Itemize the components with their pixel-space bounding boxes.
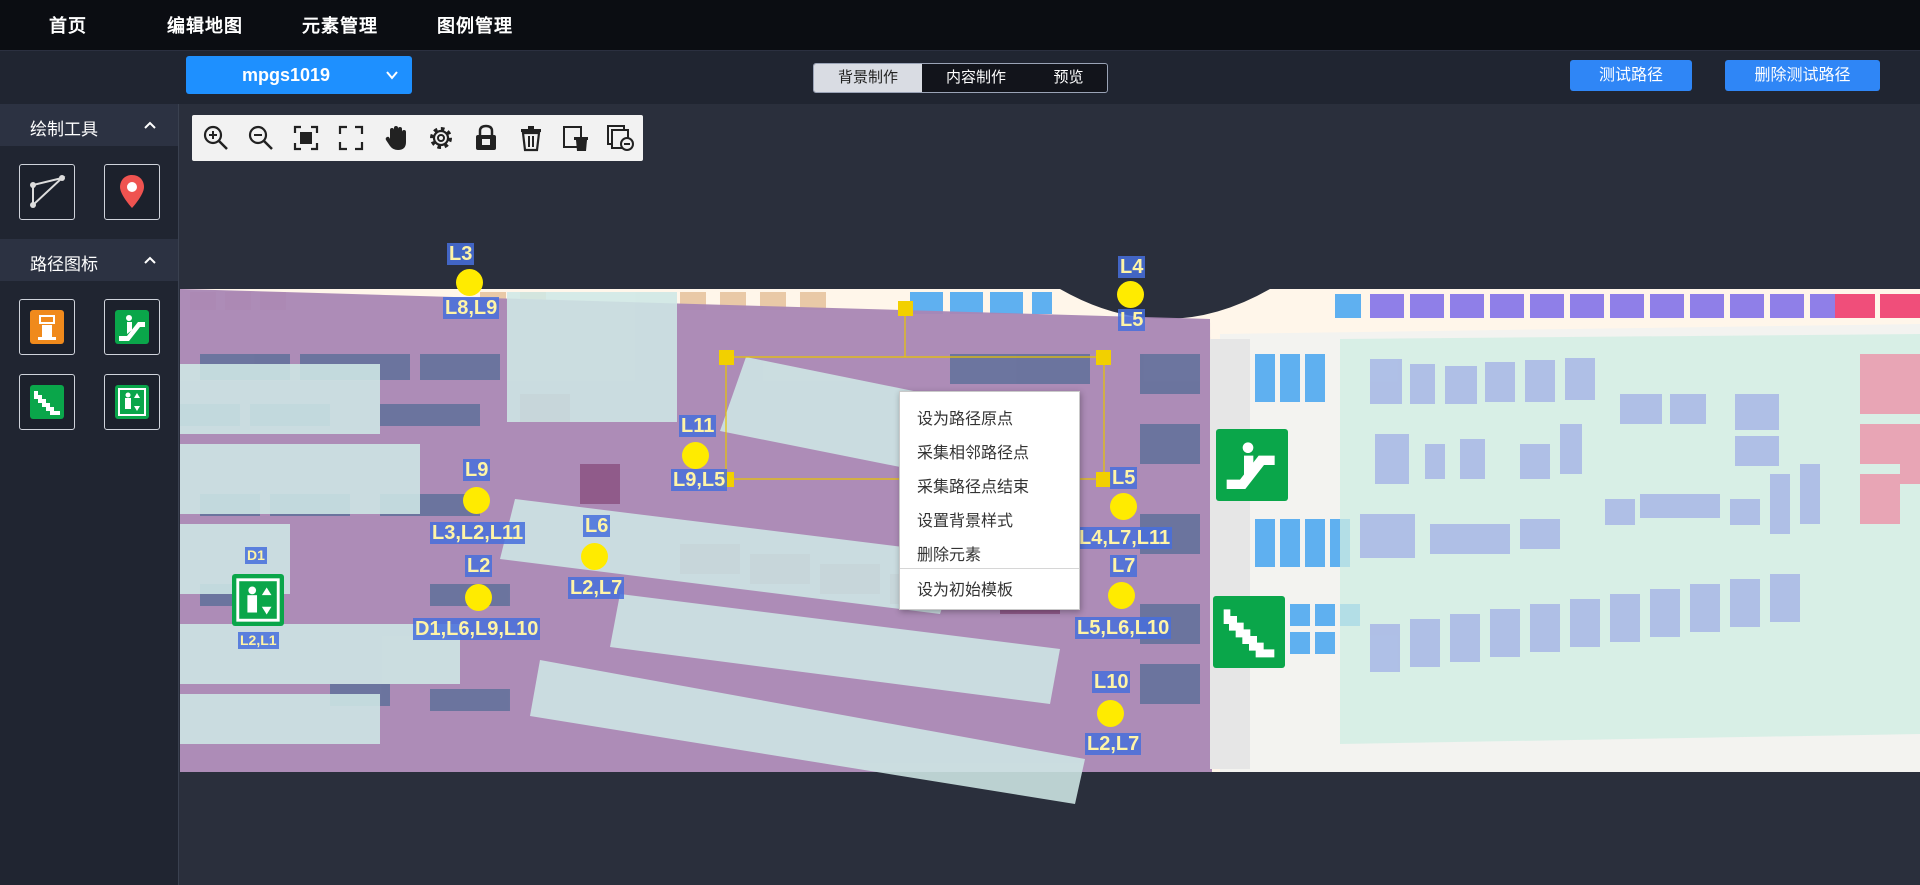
escalator-icon <box>1226 442 1275 489</box>
path-point-name: L4 <box>1118 256 1146 278</box>
path-point-neighbors: L2,L7 <box>568 577 625 599</box>
path-point-neighbors: L5,L6,L10 <box>1075 617 1172 639</box>
nav-home[interactable]: 首页 <box>49 12 87 38</box>
context-menu: 设为路径原点 采集相邻路径点 采集路径点结束 设置背景样式 删除元素 设为初始模… <box>899 391 1080 610</box>
route-icons-header[interactable]: 路径图标 <box>0 239 178 281</box>
path-point-name: L10 <box>1092 671 1131 693</box>
selection-handle[interactable] <box>719 350 734 365</box>
tab-preview[interactable]: 预览 <box>1030 64 1107 92</box>
draw-tools-title: 绘制工具 <box>30 120 98 139</box>
path-point[interactable] <box>1097 700 1124 727</box>
clear-icon[interactable] <box>561 123 591 153</box>
path-point-neighbors: D1,L6,L9,L10 <box>413 618 541 640</box>
path-point-name: L9 <box>463 459 491 481</box>
lock-icon[interactable] <box>471 123 501 153</box>
elevator-icon <box>115 385 149 419</box>
pan-hand-icon[interactable] <box>381 123 411 153</box>
map-stairs-sign[interactable] <box>1213 596 1285 668</box>
menu-item-end-collection[interactable]: 采集路径点结束 <box>917 473 1029 497</box>
path-point-name: L2 <box>465 555 493 577</box>
top-navigation: 首页 编辑地图 元素管理 图例管理 <box>0 0 1920 51</box>
route-icons-title: 路径图标 <box>30 255 98 274</box>
map-selector-value: mpgs1019 <box>241 65 331 85</box>
menu-item-collect-adjacent-points[interactable]: 采集相邻路径点 <box>917 439 1029 463</box>
path-point[interactable] <box>463 487 490 514</box>
elevator-icon <box>236 578 280 622</box>
path-point-name: L7 <box>1110 555 1138 577</box>
path-point-neighbors: L2,L7 <box>1085 733 1142 755</box>
map-selector[interactable]: mpgs1019 <box>186 56 412 94</box>
path-point-name: L6 <box>583 515 611 537</box>
path-point-neighbors: L4,L7,L11 <box>1077 527 1173 549</box>
path-point[interactable] <box>465 584 492 611</box>
fullscreen-icon[interactable] <box>336 123 366 153</box>
path-point-neighbors: L3,L2,L11 <box>430 522 526 544</box>
location-pin-tool-button[interactable] <box>104 164 160 220</box>
menu-item-set-route-origin[interactable]: 设为路径原点 <box>917 405 1013 429</box>
path-point-name: D1 <box>245 547 267 564</box>
path-point-neighbors: L9,L5 <box>671 469 728 491</box>
tab-content[interactable]: 内容制作 <box>922 64 1030 92</box>
chevron-up-icon <box>144 256 156 264</box>
ticket-machine-tool-button[interactable] <box>19 299 75 355</box>
escalator-icon <box>115 310 149 344</box>
menu-item-delete-element[interactable]: 删除元素 <box>917 541 981 565</box>
settings-icon[interactable] <box>426 123 456 153</box>
path-point[interactable] <box>1117 281 1144 308</box>
mode-switcher: 背景制作 内容制作 预览 <box>813 63 1108 93</box>
map-escalator-sign[interactable] <box>1216 429 1288 501</box>
fit-screen-icon[interactable] <box>291 123 321 153</box>
elevator-tool-button[interactable] <box>104 374 160 430</box>
ticket-machine-icon <box>30 310 64 344</box>
delete-test-route-button[interactable]: 删除测试路径 <box>1725 60 1880 91</box>
selection-handle[interactable] <box>898 301 913 316</box>
path-point[interactable] <box>682 442 709 469</box>
path-point-name: L11 <box>679 415 717 437</box>
test-route-button[interactable]: 测试路径 <box>1570 60 1692 91</box>
menu-item-set-initial-template[interactable]: 设为初始模板 <box>917 576 1013 600</box>
polygon-tool-icon <box>30 175 66 208</box>
path-point-name: L5 <box>1110 467 1138 489</box>
path-point-name: L3 <box>447 243 475 265</box>
nav-edit-map[interactable]: 编辑地图 <box>167 12 243 38</box>
path-point[interactable] <box>456 269 483 296</box>
polygon-tool-button[interactable] <box>19 164 75 220</box>
draw-tools-header[interactable]: 绘制工具 <box>0 104 178 146</box>
map-elevator-sign[interactable] <box>232 574 284 626</box>
sidebar: 绘制工具 路径图标 <box>0 104 179 885</box>
path-point-neighbors: L2,L1 <box>238 632 279 649</box>
chevron-down-icon <box>386 71 398 80</box>
location-pin-icon <box>120 175 144 208</box>
nav-element-management[interactable]: 元素管理 <box>302 12 378 38</box>
map-toolbar <box>192 115 643 161</box>
menu-item-background-style[interactable]: 设置背景样式 <box>917 507 1013 531</box>
zoom-out-icon[interactable] <box>246 123 276 153</box>
menu-divider <box>900 568 1079 569</box>
zoom-in-icon[interactable] <box>201 123 231 153</box>
remove-layer-icon[interactable] <box>606 123 636 153</box>
path-point-neighbors: L8,L9 <box>443 297 500 319</box>
delete-icon[interactable] <box>516 123 546 153</box>
path-point[interactable] <box>1108 582 1135 609</box>
chevron-up-icon <box>144 121 156 129</box>
stairs-icon <box>1223 609 1275 658</box>
stairs-icon <box>30 385 64 419</box>
path-point-neighbors: L5 <box>1118 309 1146 331</box>
tab-background[interactable]: 背景制作 <box>814 64 922 92</box>
nav-legend-management[interactable]: 图例管理 <box>437 12 513 38</box>
escalator-tool-button[interactable] <box>104 299 160 355</box>
selection-handle[interactable] <box>1096 472 1111 487</box>
path-point[interactable] <box>1110 493 1137 520</box>
stairs-tool-button[interactable] <box>19 374 75 430</box>
path-point[interactable] <box>581 543 608 570</box>
selection-handle[interactable] <box>1096 350 1111 365</box>
